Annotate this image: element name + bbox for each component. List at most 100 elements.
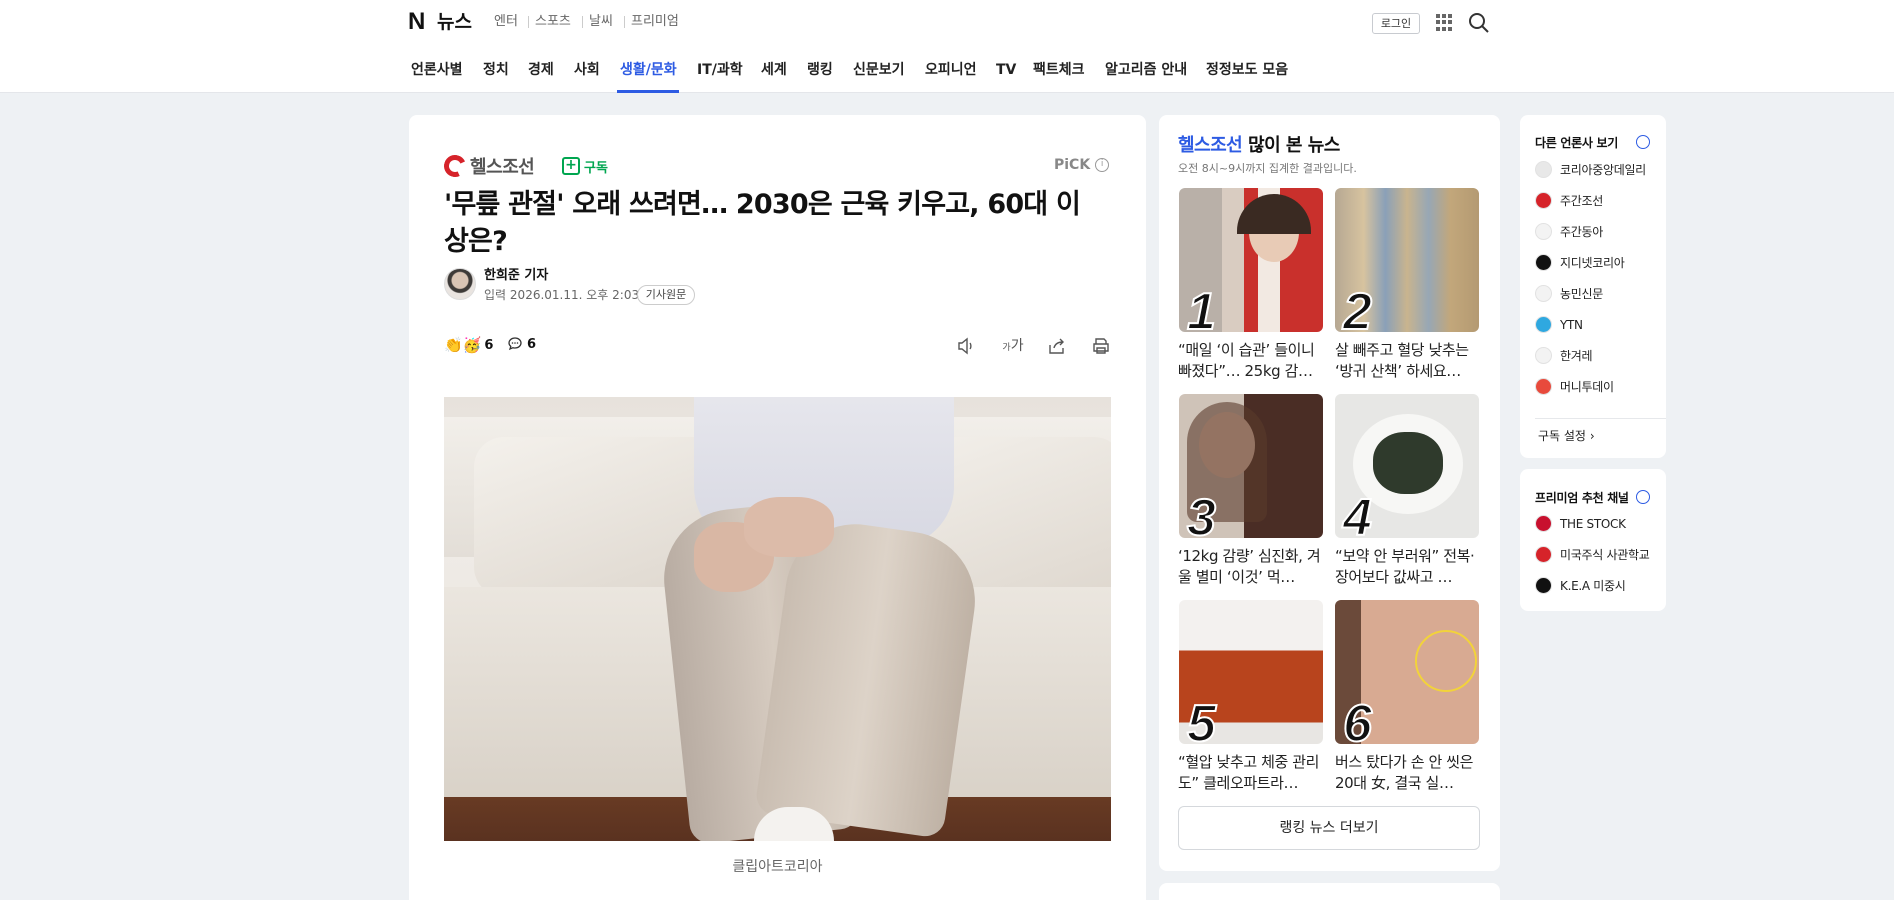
ranking-headline-1[interactable]: “매일 ‘이 습관’ 들이니 빠졌다”… 25kg 감…	[1178, 340, 1324, 382]
other-press-title: 다른 언론사 보기	[1535, 136, 1618, 150]
reporter-avatar[interactable]	[444, 268, 476, 300]
premium-channel-name: 미국주식 사관학교	[1560, 548, 1650, 562]
menu-algorithm[interactable]: 알고리즘 안내	[1105, 61, 1187, 79]
subscription-settings-link[interactable]: 구독 설정 ›	[1538, 427, 1595, 444]
font-size-button[interactable]: 가가	[1002, 335, 1024, 357]
other-press-item[interactable]: 머니투데이	[1535, 378, 1614, 395]
naver-logo[interactable]: N	[408, 10, 430, 34]
press-logo[interactable]: 헬스조선	[440, 151, 535, 181]
premium-channel-item[interactable]: K.E.A 미중시	[1535, 577, 1626, 594]
date-label: 입력	[484, 288, 507, 302]
service-link-sports[interactable]: 스포츠	[535, 14, 571, 30]
menu-opinion[interactable]: 오피니언	[925, 61, 977, 79]
premium-channel-name: K.E.A 미중시	[1560, 579, 1626, 593]
divider	[624, 16, 625, 28]
plus-icon: +	[562, 157, 580, 175]
other-press-name: 농민신문	[1560, 287, 1603, 301]
info-icon[interactable]: i	[1095, 158, 1110, 172]
rank-number: 2	[1342, 283, 1373, 332]
reaction-button[interactable]: 👏🥳 6	[444, 336, 493, 354]
top-navigation: N 뉴스 엔터 스포츠 날씨 프리미엄 로그인 언론사별 정치 경제 사회 생활…	[0, 0, 1894, 93]
article-photo	[444, 397, 1111, 841]
menu-economy[interactable]: 경제	[528, 61, 554, 79]
pick-badge: PiCK i	[1054, 157, 1110, 173]
clap-emoji-icon: 👏🥳	[444, 336, 482, 354]
menu-society[interactable]: 사회	[574, 61, 600, 79]
menu-ranking[interactable]: 랭킹	[807, 61, 833, 79]
ranking-thumb-5[interactable]: 5	[1179, 600, 1323, 744]
ranking-thumb-4[interactable]: 4	[1335, 394, 1479, 538]
date-value: 2026.01.11. 오후 2:03	[509, 288, 640, 302]
font-size-label: 가	[1010, 338, 1024, 354]
ranking-title: 헬스조선 많이 본 뉴스	[1178, 135, 1340, 157]
menu-tv[interactable]: TV	[996, 61, 1016, 79]
premium-channel-item[interactable]: THE STOCK	[1535, 515, 1626, 532]
reaction-count: 6	[484, 337, 494, 353]
premium-title: 프리미엄 추천 채널	[1535, 491, 1629, 505]
service-link-premium[interactable]: 프리미엄	[631, 14, 679, 30]
ranking-thumb-3[interactable]: 3	[1179, 394, 1323, 538]
premium-channel-item[interactable]: 미국주식 사관학교	[1535, 546, 1650, 563]
ranking-thumb-1[interactable]: 1	[1179, 188, 1323, 332]
premium-channel-name: THE STOCK	[1560, 516, 1626, 531]
ranking-thumb-6[interactable]: 6	[1335, 600, 1479, 744]
subscribe-button[interactable]: + 구독	[562, 157, 608, 176]
ranking-headline-6[interactable]: 버스 탔다가 손 안 씻은 20대 女, 결국 실…	[1335, 752, 1481, 794]
other-press-name: 코리아중앙데일리	[1560, 163, 1646, 177]
press-logo-icon	[1535, 515, 1552, 532]
login-button[interactable]: 로그인	[1372, 13, 1420, 34]
service-link-entertainment[interactable]: 엔터	[494, 14, 518, 30]
other-press-item[interactable]: 주간조선	[1535, 192, 1603, 209]
other-press-item[interactable]: 농민신문	[1535, 285, 1603, 302]
rank-number: 3	[1186, 489, 1217, 538]
menu-press[interactable]: 언론사별	[411, 61, 463, 79]
press-logo-icon	[1535, 285, 1552, 302]
press-logo-icon	[1535, 192, 1552, 209]
rank-number: 5	[1186, 695, 1217, 744]
rank-number: 1	[1186, 283, 1217, 332]
ranking-headline-3[interactable]: ‘12kg 감량’ 심진화, 겨울 별미 ‘이것’ 먹…	[1178, 546, 1324, 588]
menu-politics[interactable]: 정치	[483, 61, 509, 79]
service-link-weather[interactable]: 날씨	[589, 14, 613, 30]
active-menu-indicator	[617, 90, 679, 93]
other-press-item[interactable]: 주간동아	[1535, 223, 1603, 240]
menu-newspaper[interactable]: 신문보기	[853, 61, 905, 79]
comment-button[interactable]: 6	[507, 336, 536, 352]
refresh-icon[interactable]	[1636, 135, 1650, 149]
ranking-more-button[interactable]: 랭킹 뉴스 더보기	[1178, 806, 1480, 850]
other-press-item[interactable]: 지디넷코리아	[1535, 254, 1625, 271]
rank-number: 6	[1342, 695, 1373, 744]
other-press-item[interactable]: 한겨레	[1535, 347, 1593, 364]
ranking-press[interactable]: 헬스조선	[1178, 135, 1243, 156]
share-icon[interactable]	[1046, 335, 1068, 357]
ranking-heading: 많이 본 뉴스	[1248, 135, 1340, 156]
article-date: 입력 2026.01.11. 오후 2:03	[484, 288, 639, 303]
speaker-icon[interactable]	[955, 335, 977, 357]
menu-world[interactable]: 세계	[761, 61, 787, 79]
ranking-headline-4[interactable]: “보약 안 부러워” 전복·장어보다 값싸고 …	[1335, 546, 1481, 588]
search-icon[interactable]	[1468, 12, 1490, 34]
menu-life-culture[interactable]: 생활/문화	[620, 61, 677, 79]
subscribe-label: 구독	[584, 160, 608, 176]
menu-it-science[interactable]: IT/과학	[697, 61, 743, 79]
apps-grid-icon[interactable]	[1436, 14, 1453, 31]
press-logo-icon	[1535, 161, 1552, 178]
press-logo-icon	[1535, 316, 1552, 333]
other-press-name: 한겨레	[1560, 349, 1593, 363]
other-press-name: 주간조선	[1560, 194, 1603, 208]
press-logo-icon	[1535, 577, 1552, 594]
ranking-thumb-2[interactable]: 2	[1335, 188, 1479, 332]
other-press-item[interactable]: 코리아중앙데일리	[1535, 161, 1646, 178]
original-article-button[interactable]: 기사원문	[637, 285, 695, 305]
print-icon[interactable]	[1090, 335, 1112, 357]
press-logo-icon	[1535, 223, 1552, 240]
menu-corrections[interactable]: 정정보도 모음	[1206, 61, 1288, 79]
refresh-icon[interactable]	[1636, 490, 1650, 504]
ranking-headline-2[interactable]: 살 빼주고 혈당 낮추는 ‘방귀 산책’ 하세요…	[1335, 340, 1481, 382]
next-card	[1159, 883, 1500, 900]
other-press-item[interactable]: YTN	[1535, 316, 1583, 333]
reporter-name[interactable]: 한희준 기자	[484, 268, 548, 284]
menu-factcheck[interactable]: 팩트체크	[1033, 61, 1085, 79]
ranking-headline-5[interactable]: “혈압 낮추고 체중 관리도” 클레오파트라…	[1178, 752, 1324, 794]
news-service-title[interactable]: 뉴스	[437, 9, 472, 35]
